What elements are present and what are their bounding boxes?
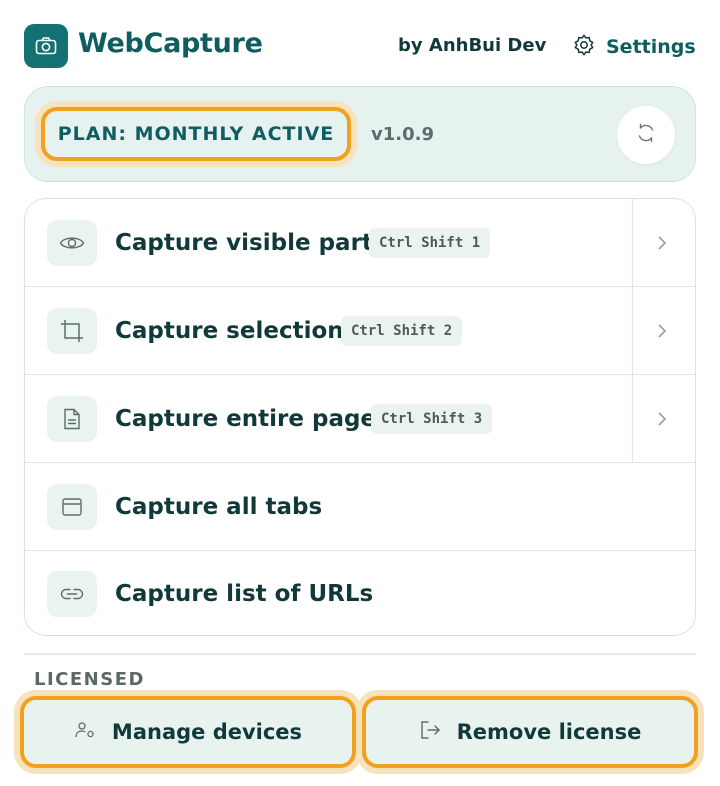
refresh-button[interactable] [617, 106, 675, 164]
chevron-right-icon[interactable] [655, 409, 669, 429]
shortcut-badge: Ctrl Shift 3 [371, 403, 493, 434]
gear-icon [572, 33, 596, 61]
capture-selection-label: Capture selection [115, 317, 344, 344]
camera-icon [24, 24, 68, 68]
link-icon [47, 571, 97, 617]
capture-all-tabs-label: Capture all tabs [115, 493, 323, 520]
capture-list-of-urls-label: Capture list of URLs [115, 581, 374, 607]
capture-visible-part-label: Capture visible part [115, 229, 373, 256]
licensed-section-label: LICENSED [34, 669, 145, 690]
capture-list-of-urls-item[interactable]: Capture list of URLs [25, 551, 695, 635]
logout-icon [419, 719, 441, 745]
plan-status-label: PLAN: MONTHLY ACTIVE [57, 123, 335, 145]
manage-devices-label: Manage devices [111, 720, 303, 744]
settings-button[interactable]: Settings [572, 31, 696, 63]
plan-badge: PLAN: MONTHLY ACTIVE [41, 107, 351, 161]
chevron-right-icon[interactable] [655, 233, 669, 253]
capture-entire-page-item[interactable]: Capture entire page Ctrl Shift 3 [25, 375, 695, 463]
shortcut-badge: Ctrl Shift 1 [369, 227, 491, 258]
refresh-icon [634, 121, 658, 149]
author-label: by AnhBui Dev [398, 35, 547, 56]
capture-selection-item[interactable]: Capture selection Ctrl Shift 2 [25, 287, 695, 375]
row-divider [632, 199, 633, 287]
row-divider [632, 375, 633, 463]
remove-license-button[interactable]: Remove license [362, 696, 698, 768]
plan-card: PLAN: MONTHLY ACTIVE v1.0.9 [24, 86, 696, 182]
capture-all-tabs-item[interactable]: Capture all tabs [25, 463, 695, 551]
settings-label: Settings [606, 36, 696, 58]
document-icon [47, 395, 97, 442]
header: WebCapture by AnhBui Dev Settings [0, 0, 720, 90]
section-divider [24, 653, 696, 655]
version-label: v1.0.9 [371, 124, 434, 145]
manage-devices-button[interactable]: Manage devices [20, 696, 356, 768]
crop-icon [47, 307, 97, 354]
shortcut-badge: Ctrl Shift 2 [341, 315, 463, 346]
eye-icon [47, 219, 97, 266]
users-icon [74, 721, 96, 743]
remove-license-label: Remove license [456, 720, 642, 744]
capture-visible-part-item[interactable]: Capture visible part Ctrl Shift 1 [25, 199, 695, 287]
capture-actions-list: Capture visible part Ctrl Shift 1 Captur… [24, 198, 696, 636]
row-divider [632, 287, 633, 375]
capture-entire-page-label: Capture entire page [115, 405, 377, 432]
window-icon [47, 483, 97, 530]
chevron-right-icon[interactable] [655, 321, 669, 341]
app-title: WebCapture [78, 28, 263, 59]
